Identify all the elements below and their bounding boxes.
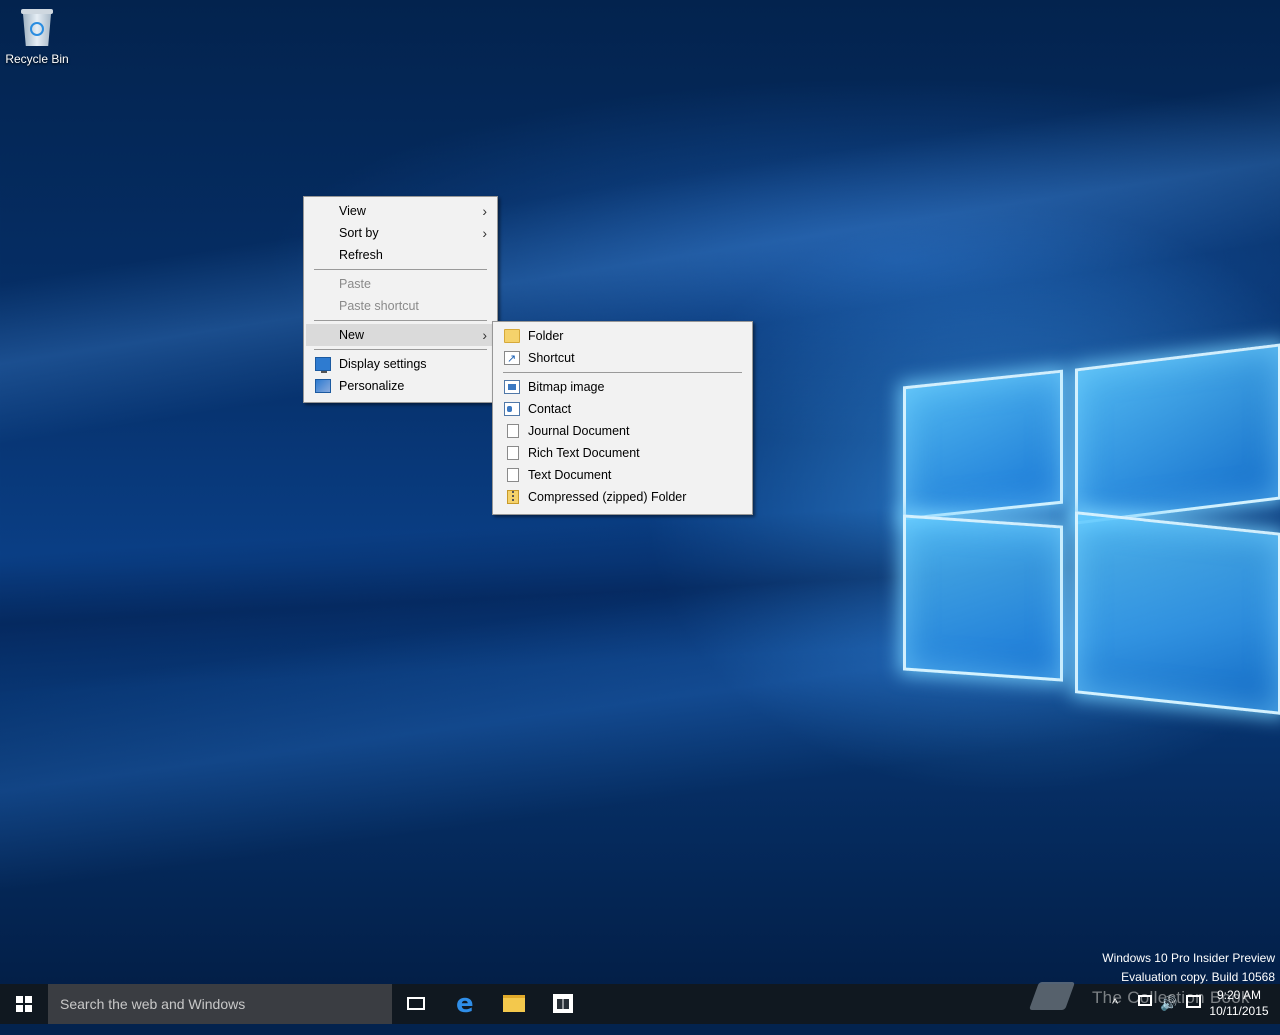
menu-item-label: Bitmap image xyxy=(528,380,605,394)
build-watermark: Windows 10 Pro Insider Preview Evaluatio… xyxy=(1102,949,1275,987)
submenu-item-contact[interactable]: Contact xyxy=(495,398,750,420)
brand-watermark: The Collection Book xyxy=(1092,988,1250,1007)
chevron-right-icon: › xyxy=(482,225,487,241)
menu-item-label: Rich Text Document xyxy=(528,446,640,460)
task-view-icon xyxy=(407,997,425,1010)
menu-item-paste-shortcut: Paste shortcut xyxy=(306,295,495,317)
windows-logo-icon xyxy=(16,996,32,1012)
menu-item-label: Sort by xyxy=(339,226,379,240)
personalize-icon xyxy=(315,379,331,393)
start-button[interactable] xyxy=(0,984,48,1024)
file-explorer-button[interactable] xyxy=(490,984,538,1024)
menu-item-paste: Paste xyxy=(306,273,495,295)
menu-separator xyxy=(314,349,487,350)
contact-icon xyxy=(504,402,520,416)
menu-item-label: Folder xyxy=(528,329,564,343)
menu-separator xyxy=(314,269,487,270)
chevron-right-icon: › xyxy=(482,203,487,219)
menu-item-label: Paste xyxy=(339,277,371,291)
submenu-item-journal-document[interactable]: Journal Document xyxy=(495,420,750,442)
file-explorer-icon xyxy=(503,995,525,1012)
new-submenu: Folder Shortcut Bitmap image Contact Jou… xyxy=(492,321,753,515)
task-view-button[interactable] xyxy=(392,984,440,1024)
menu-item-refresh[interactable]: Refresh xyxy=(306,244,495,266)
store-icon xyxy=(553,994,573,1013)
submenu-item-folder[interactable]: Folder xyxy=(495,325,750,347)
rich-text-icon xyxy=(507,446,519,460)
shortcut-icon xyxy=(504,348,520,370)
submenu-item-text-document[interactable]: Text Document xyxy=(495,464,750,486)
display-settings-icon xyxy=(315,357,331,373)
menu-item-new[interactable]: New › xyxy=(306,324,495,346)
store-button[interactable] xyxy=(539,984,587,1024)
submenu-item-compressed-folder[interactable]: Compressed (zipped) Folder xyxy=(495,486,750,508)
recycle-bin-icon xyxy=(18,6,56,48)
chevron-right-icon: › xyxy=(482,327,487,343)
edge-button[interactable]: e xyxy=(442,984,490,1024)
journal-icon xyxy=(507,424,519,438)
taskbar: Search the web and Windows e ^ 🔊 9:20 AM… xyxy=(0,984,1280,1024)
menu-item-label: Personalize xyxy=(339,379,405,393)
windows-logo-pane xyxy=(903,369,1063,521)
desktop-icon-label: Recycle Bin xyxy=(5,52,69,66)
menu-item-label: Refresh xyxy=(339,248,383,262)
search-placeholder: Search the web and Windows xyxy=(60,996,246,1012)
menu-item-label: Shortcut xyxy=(528,351,575,365)
watermark-line-1: Windows 10 Pro Insider Preview xyxy=(1102,951,1275,965)
menu-item-label: Journal Document xyxy=(528,424,630,438)
menu-item-label: New xyxy=(339,328,365,342)
book-logo-icon xyxy=(1028,972,1080,1020)
text-document-icon xyxy=(507,468,519,482)
edge-icon: e xyxy=(456,989,474,1019)
menu-item-label: Display settings xyxy=(339,357,427,371)
menu-item-label: Paste shortcut xyxy=(339,299,419,313)
zip-folder-icon xyxy=(507,490,519,504)
windows-logo-pane xyxy=(1075,511,1280,715)
desktop-context-menu: View › Sort by › Refresh Paste Paste sho… xyxy=(303,196,498,403)
menu-separator xyxy=(314,320,487,321)
menu-item-display-settings[interactable]: Display settings xyxy=(306,353,495,375)
menu-item-label: View xyxy=(339,204,366,218)
submenu-item-shortcut[interactable]: Shortcut xyxy=(495,347,750,370)
menu-item-label: Text Document xyxy=(528,468,612,482)
menu-item-label: Compressed (zipped) Folder xyxy=(528,490,687,504)
desktop-icon-recycle-bin[interactable]: Recycle Bin xyxy=(4,6,70,66)
submenu-item-rich-text-document[interactable]: Rich Text Document xyxy=(495,442,750,464)
bitmap-icon xyxy=(504,380,520,394)
menu-separator xyxy=(503,372,742,373)
menu-item-view[interactable]: View › xyxy=(306,200,495,222)
menu-item-sort-by[interactable]: Sort by › xyxy=(306,222,495,244)
folder-icon xyxy=(504,329,520,343)
windows-logo-pane xyxy=(903,514,1063,682)
menu-item-label: Contact xyxy=(528,402,572,416)
search-box[interactable]: Search the web and Windows xyxy=(48,984,392,1024)
windows-logo-pane xyxy=(1075,343,1280,525)
submenu-item-bitmap-image[interactable]: Bitmap image xyxy=(495,376,750,398)
menu-item-personalize[interactable]: Personalize xyxy=(306,375,495,397)
